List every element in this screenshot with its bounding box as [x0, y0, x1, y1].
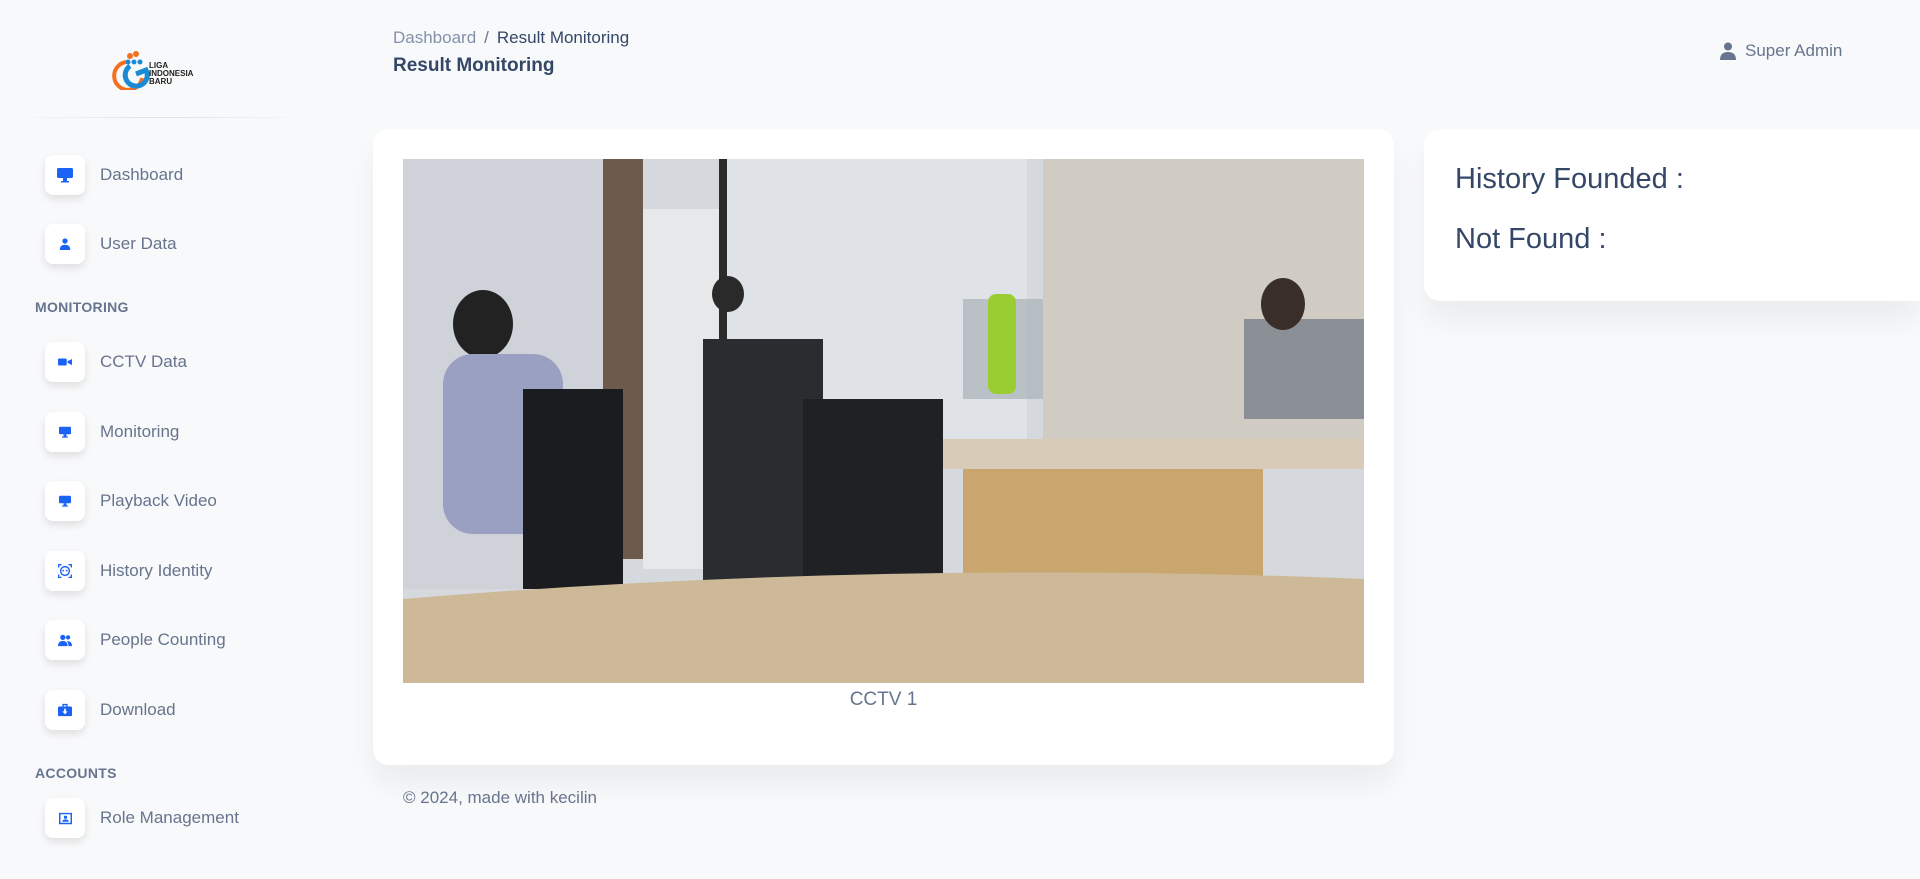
monitor-icon: [45, 481, 85, 521]
sidebar-item-label: Playback Video: [100, 491, 217, 510]
user-icon: [1720, 42, 1736, 60]
section-title: MONITORING: [35, 299, 129, 315]
users-icon: [45, 620, 85, 660]
sidebar-item-download[interactable]: Download: [45, 690, 176, 730]
id-card-icon: [45, 798, 85, 838]
sidebar-item-playback-video[interactable]: Playback Video: [45, 481, 217, 521]
user-menu[interactable]: Super Admin: [1720, 41, 1842, 61]
sidebar-item-label: User Data: [100, 234, 177, 253]
sidebar-item-dashboard[interactable]: Dashboard: [45, 155, 183, 195]
sidebar-divider: [12, 117, 310, 118]
page-title: Result Monitoring: [393, 55, 555, 76]
breadcrumb-dashboard-link[interactable]: Dashboard: [393, 28, 476, 47]
monitor-icon: [45, 412, 85, 452]
video-camera-icon: [45, 342, 85, 382]
download-box-icon: [45, 690, 85, 730]
not-found-label: Not Found :: [1455, 223, 1607, 255]
footer-copyright: © 2024, made with kecilin: [403, 788, 597, 807]
sidebar-item-people-counting[interactable]: People Counting: [45, 620, 226, 660]
sidebar-item-monitoring[interactable]: Monitoring: [45, 412, 179, 452]
sidebar-item-label: CCTV Data: [100, 352, 187, 371]
sidebar-item-user-data[interactable]: User Data: [45, 224, 177, 264]
user-name: Super Admin: [1745, 41, 1843, 60]
monitor-icon: [45, 155, 85, 195]
sidebar-item-role-management[interactable]: Role Management: [45, 798, 239, 838]
camera-card: CCTV 1: [373, 129, 1394, 765]
breadcrumb-separator: /: [484, 28, 489, 47]
section-title: ACCOUNTS: [35, 765, 117, 781]
sidebar-item-label: History Identity: [100, 561, 213, 580]
breadcrumb: Dashboard / Result Monitoring: [393, 28, 629, 48]
face-scan-icon: [45, 551, 85, 591]
history-founded-label: History Founded :: [1455, 163, 1684, 195]
sidebar-item-cctv-data[interactable]: CCTV Data: [45, 342, 187, 382]
sidebar-item-label: Monitoring: [100, 422, 180, 441]
sidebar-item-label: Dashboard: [100, 165, 184, 184]
sidebar-item-label: People Counting: [100, 630, 226, 649]
camera-caption: CCTV 1: [849, 689, 918, 710]
sidebar-item-label: Role Management: [100, 808, 239, 827]
breadcrumb-current: Result Monitoring: [496, 28, 630, 47]
cctv-video-feed[interactable]: [403, 159, 1364, 683]
sidebar-item-label: Download: [100, 700, 176, 719]
svg-text:BARU: BARU: [149, 77, 172, 86]
user-icon: [45, 224, 85, 264]
sidebar-item-history-identity[interactable]: History Identity: [45, 551, 212, 591]
history-stats-card: History Founded : Not Found :: [1424, 129, 1920, 301]
logo: LIGA INDONESIA BARU: [112, 48, 212, 92]
